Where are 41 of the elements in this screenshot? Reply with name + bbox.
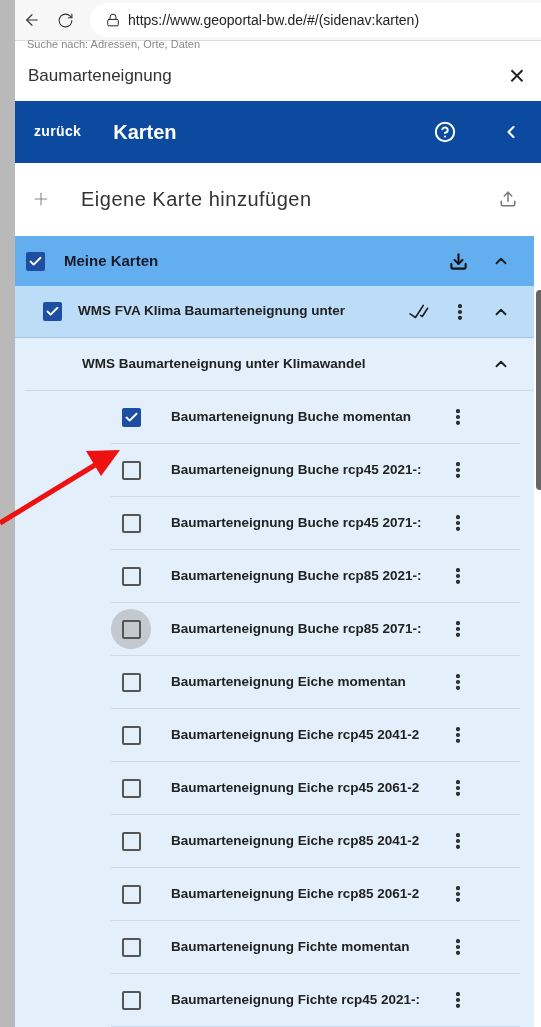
checkbox[interactable] xyxy=(121,990,141,1010)
close-button[interactable]: × xyxy=(504,61,529,90)
checkbox[interactable] xyxy=(121,937,141,957)
service-row[interactable]: WMS FVA Klima Baumarteneignung unter xyxy=(15,286,534,338)
layer-group-row[interactable]: WMS Baumarteneignung unter Klimawandel xyxy=(25,338,534,391)
layer-row[interactable]: Baumarteneignung Eiche rcp45 2061-2 xyxy=(111,762,520,815)
search-field[interactable]: Suche nach: Adressen, Orte, Daten xyxy=(27,39,201,51)
checkbox[interactable] xyxy=(121,566,141,586)
checkbox[interactable] xyxy=(121,831,141,851)
checkbox[interactable] xyxy=(121,884,141,904)
layer-row[interactable]: Baumarteneignung Eiche rcp85 2041-2 xyxy=(111,815,520,868)
checkbox[interactable] xyxy=(25,251,45,271)
add-map-button[interactable]: Eigene Karte hinzufügen xyxy=(81,184,312,215)
header-title: Karten xyxy=(113,119,177,145)
download-icon[interactable] xyxy=(449,251,468,271)
group-row[interactable]: Meine Karten xyxy=(15,236,534,286)
dialog-title: Baumarteneignung xyxy=(28,64,172,87)
layer-row[interactable]: Baumarteneignung Eiche rcp45 2041-2 xyxy=(111,709,520,762)
address-bar[interactable]: https://www.geoportal-bw.de/#/(sidenav:karten) xyxy=(90,3,541,38)
checkbox[interactable] xyxy=(121,513,141,533)
checkbox[interactable] xyxy=(121,725,141,745)
layer-row[interactable]: Baumarteneignung Eiche rcp85 2061-2 xyxy=(111,868,520,921)
layer-row[interactable]: Baumarteneignung Buche rcp85 2021-: xyxy=(111,550,520,603)
layer-row[interactable]: Baumarteneignung Eiche momentan xyxy=(111,656,520,709)
reload-icon[interactable] xyxy=(57,11,74,29)
layer-row[interactable]: Baumarteneignung Buche rcp45 2071-: xyxy=(111,497,520,550)
checkbox[interactable] xyxy=(42,302,62,321)
layer-row[interactable]: Baumarteneignung Fichte momentan xyxy=(111,921,520,974)
help-icon[interactable] xyxy=(434,120,456,143)
layer-row[interactable]: Baumarteneignung Buche momentan xyxy=(111,391,520,444)
layer-row[interactable]: Baumarteneignung Buche rcp85 2071-: xyxy=(111,603,520,656)
checkbox[interactable] xyxy=(121,407,141,427)
layer-row[interactable]: Baumarteneignung Fichte rcp45 2021-: xyxy=(111,974,520,1027)
checkbox[interactable] xyxy=(121,619,141,639)
scrollbar-thumb[interactable] xyxy=(536,290,541,490)
back-link[interactable]: zurück xyxy=(34,121,82,143)
lock-icon xyxy=(106,13,120,28)
checkbox[interactable] xyxy=(121,460,141,480)
checkbox[interactable] xyxy=(121,672,141,692)
upload-icon[interactable] xyxy=(499,190,517,209)
checkbox[interactable] xyxy=(121,778,141,798)
